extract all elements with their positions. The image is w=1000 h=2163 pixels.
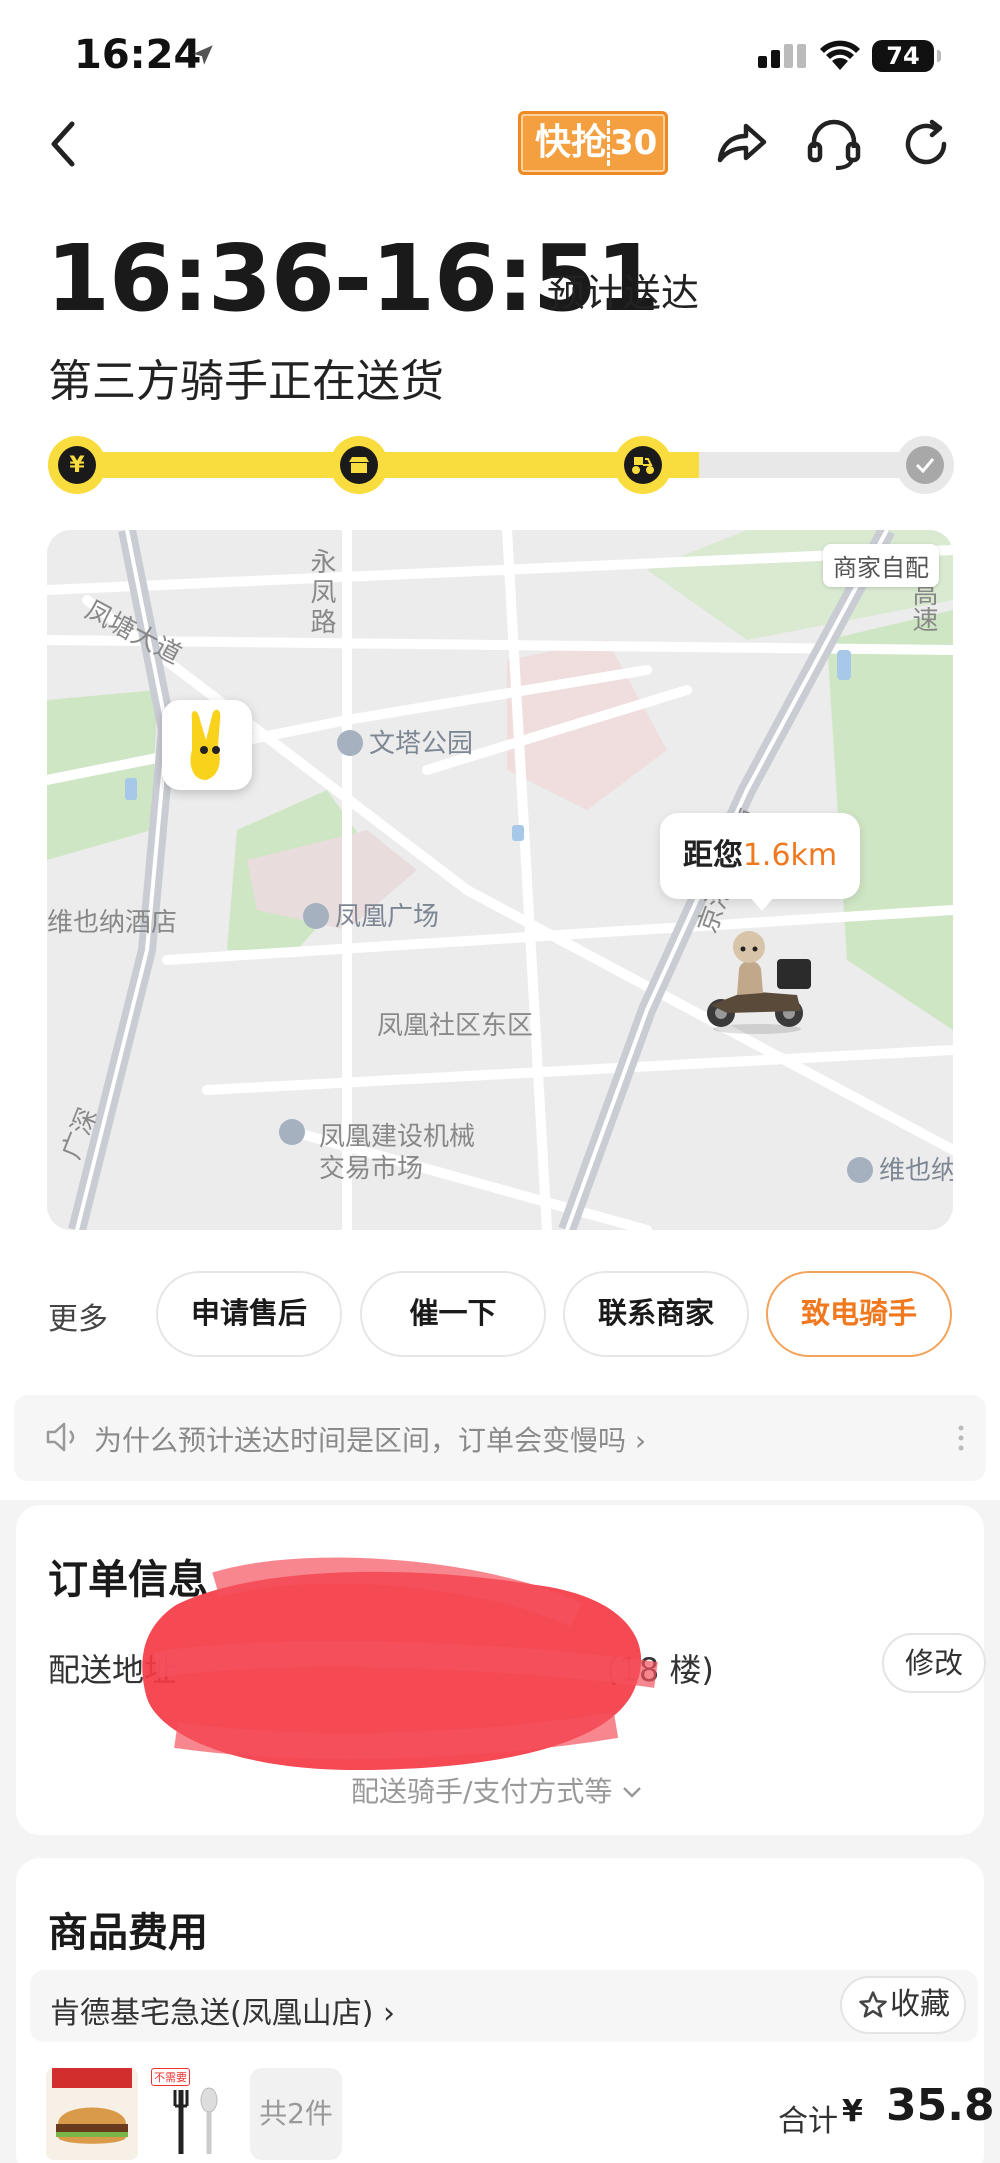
favorite-button[interactable]: 收藏 [840, 1976, 966, 2034]
order-info-card: 订单信息 配送地址 (18 楼) 修改 配送骑手/支付方式等 [16, 1505, 986, 1835]
product-thumbnail-burger[interactable] [46, 2068, 138, 2160]
total-amount: 35.8 [886, 2080, 995, 2131]
goods-card: 商品费用 肯德基宅急送(凤凰山店) › 收藏 不需要 共2件 合计 ¥ 35.8 [16, 1858, 995, 2163]
delivery-map[interactable]: 凤塘大道 永凤路 文塔公园 维也纳酒店 凤凰广场 凤凰社区东区 京港澳高速 凤凰… [47, 530, 953, 1230]
eta-label: 预计送达 [547, 271, 700, 315]
map-road-highway-top: 高速 [908, 580, 938, 632]
step-delivering [614, 436, 672, 494]
customer-service-icon[interactable] [804, 114, 864, 174]
rider-status: 第三方骑手正在送货 [48, 356, 444, 407]
expand-details-link[interactable]: 配送骑手/支付方式等 [351, 1770, 643, 1810]
shop-name[interactable]: 肯德基宅急送(凤凰山店) › [50, 1988, 395, 2032]
share-icon[interactable] [712, 114, 772, 174]
promo-badge-text: 快抢 [535, 122, 608, 163]
map-poi-machinery-market-line2: 交易市场 [319, 1154, 424, 1184]
map-area-fenghuang-east: 凤凰社区东区 [377, 1011, 534, 1041]
step-done [896, 436, 954, 494]
step-paid: ¥ [48, 436, 106, 494]
item-count[interactable]: 共2件 [250, 2068, 342, 2160]
cutlery-tag: 不需要 [151, 2068, 190, 2086]
notice-text: 为什么预计送达时间是区间，订单会变慢吗 › [94, 1424, 647, 1457]
edit-address-button[interactable]: 修改 [882, 1633, 986, 1693]
scooter-icon [624, 446, 662, 484]
call-rider-button[interactable]: 致电骑手 [766, 1271, 952, 1357]
distance-value: 1.6km [742, 838, 838, 873]
speaker-icon [46, 1422, 75, 1452]
chevron-down-icon [623, 1787, 642, 1798]
delivery-progress: ¥ [48, 436, 954, 494]
status-time: 16:24 [74, 32, 202, 78]
total-label: 合计 [778, 2104, 838, 2139]
more-dots-icon[interactable] [958, 1425, 964, 1451]
star-icon [859, 1991, 887, 2018]
distance-bubble: 距您1.6km [660, 813, 860, 911]
location-arrow-icon [193, 45, 213, 65]
eta-notice[interactable]: 为什么预计送达时间是区间，订单会变慢吗 › [14, 1395, 986, 1481]
redaction-scribble [142, 1557, 658, 1770]
map-road-yongfeng: 永凤路 [306, 548, 336, 638]
action-bar: 更多 申请售后 催一下 联系商家 致电骑手 [0, 1268, 1000, 1358]
step-merchant [330, 436, 388, 494]
total-currency: ¥ [842, 2094, 863, 2129]
kfc-mascot-icon [190, 709, 221, 780]
map-poi-fenghuang-square: 凤凰广场 [303, 896, 439, 933]
burger-icon [46, 2068, 138, 2160]
yen-icon: ¥ [58, 446, 96, 484]
shop-row[interactable]: 肯德基宅急送(凤凰山店) › 收藏 [30, 1970, 978, 2042]
check-icon [906, 446, 944, 484]
goods-title: 商品费用 [48, 1910, 208, 1956]
battery-indicator: 74 [872, 40, 941, 72]
contact-merchant-button[interactable]: 联系商家 [563, 1271, 749, 1357]
refresh-icon[interactable] [896, 114, 956, 174]
status-bar: 16:24 74 [0, 0, 1000, 110]
product-thumbnail-cutlery[interactable]: 不需要 [151, 2068, 243, 2160]
distance-prefix: 距您 [682, 838, 743, 873]
back-icon[interactable] [36, 114, 96, 174]
map-poi-vienna-hotel: 维也纳酒店 [47, 908, 178, 938]
more-button[interactable]: 更多 [48, 1294, 108, 1338]
promo-badge[interactable]: 快抢 30 [518, 111, 668, 175]
rider-marker-icon [707, 931, 811, 1034]
promo-badge-num: 30 [607, 120, 657, 166]
map-poi-vienna-right: 维也纳 [847, 1150, 953, 1187]
merchant-marker[interactable] [162, 700, 252, 790]
favorite-label: 收藏 [890, 1987, 950, 2022]
self-delivery-tag: 商家自配 [823, 544, 939, 587]
after-sales-button[interactable]: 申请售后 [156, 1271, 342, 1357]
wifi-icon [820, 40, 860, 70]
shop-icon [340, 446, 378, 484]
map-poi-machinery-market [279, 1118, 311, 1148]
urge-button[interactable]: 催一下 [360, 1271, 546, 1357]
map-poi-wenta-park: 文塔公园 [337, 723, 473, 760]
